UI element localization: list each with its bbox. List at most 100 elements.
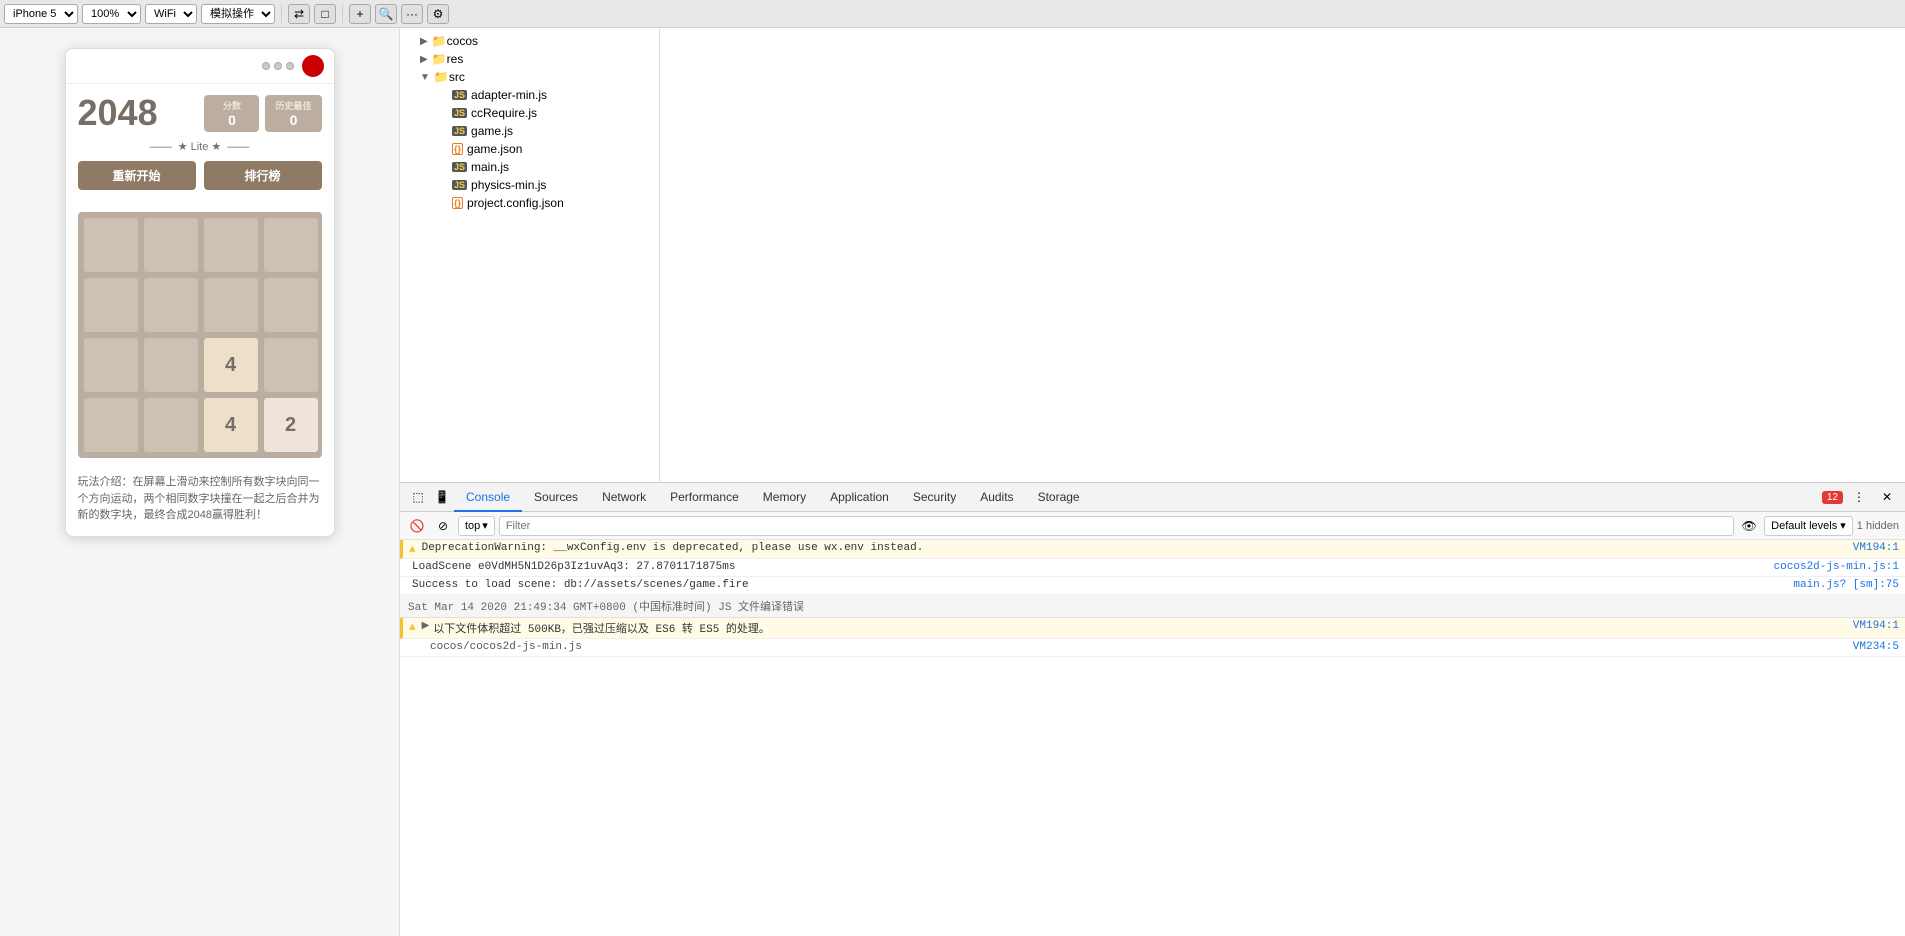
rotate-icon[interactable]: ⇄ xyxy=(288,4,310,24)
file-ccRequire-label: ccRequire.js xyxy=(471,106,537,120)
tab-application[interactable]: Application xyxy=(818,482,901,512)
score-value: 0 xyxy=(214,112,249,128)
msg-cocos-path-link[interactable]: VM234:5 xyxy=(1853,641,1899,653)
cell-3-3: 2 xyxy=(264,398,318,452)
folder-src[interactable]: ▼ 📁 src xyxy=(400,68,659,86)
tab-network[interactable]: Network xyxy=(590,482,658,512)
tab-storage[interactable]: Storage xyxy=(1026,482,1092,512)
cell-1-2 xyxy=(204,278,258,332)
search-icon[interactable]: 🔍 xyxy=(375,4,397,24)
tab-security[interactable]: Security xyxy=(901,482,968,512)
file-adapter[interactable]: JS adapter-min.js xyxy=(400,86,659,104)
restart-button[interactable]: 重新开始 xyxy=(78,161,196,190)
best-value: 0 xyxy=(275,112,311,128)
more-icon[interactable]: ··· xyxy=(401,4,423,24)
folder-cocos[interactable]: ▶ 📁 cocos xyxy=(400,32,659,50)
folder-res-label: res xyxy=(447,52,464,66)
msg-filesize-link[interactable]: VM194:1 xyxy=(1853,620,1899,632)
cell-3-1 xyxy=(144,398,198,452)
settings-icon[interactable]: ⚙ xyxy=(427,4,449,24)
console-msg-cocos-path: cocos/cocos2d-js-min.js VM234:5 xyxy=(400,639,1905,657)
add-button[interactable]: + xyxy=(349,4,371,24)
game-description: 玩法介绍：在屏幕上滑动来控制所有数字块向同一个方向运动，两个相同数字块撞在一起之… xyxy=(66,466,334,536)
score-boxes: 分数 0 历史最佳 0 xyxy=(204,95,321,132)
cell-2-0 xyxy=(84,338,138,392)
score-box: 分数 0 xyxy=(204,95,259,132)
folder-cocos-label: cocos xyxy=(447,34,478,48)
best-box: 历史最佳 0 xyxy=(265,95,321,132)
console-filter-icon[interactable]: ⊘ xyxy=(432,515,454,537)
phone-panel: 2048 分数 0 历史最佳 0 ——★ Lite ★—— xyxy=(0,28,400,936)
console-eye-icon[interactable]: 👁 xyxy=(1738,515,1760,537)
json-icon-game: {} xyxy=(452,143,463,155)
cell-1-0 xyxy=(84,278,138,332)
hidden-badge: 1 hidden xyxy=(1857,520,1899,532)
best-label: 历史最佳 xyxy=(275,99,311,112)
file-main[interactable]: JS main.js xyxy=(400,158,659,176)
msg-success-link[interactable]: main.js? [sm]:75 xyxy=(1793,579,1899,591)
zoom-select[interactable]: 100% xyxy=(82,4,141,24)
file-adapter-label: adapter-min.js xyxy=(471,88,547,102)
expand-button[interactable]: ▶ xyxy=(422,620,430,631)
network-select[interactable]: WiFi xyxy=(145,4,197,24)
file-ccRequire[interactable]: JS ccRequire.js xyxy=(400,104,659,122)
chevron-src: ▼ xyxy=(420,72,430,83)
console-filter-input[interactable] xyxy=(499,516,1734,536)
devtools-more-icon[interactable]: ⋮ xyxy=(1847,485,1871,509)
score-label: 分数 xyxy=(214,99,249,112)
tab-console[interactable]: Console xyxy=(454,482,522,512)
file-project[interactable]: {} project.config.json xyxy=(400,194,659,212)
file-game-json[interactable]: {} game.json xyxy=(400,140,659,158)
tab-performance[interactable]: Performance xyxy=(658,482,751,512)
devtools-panel: ⬚ 📱 Console Sources Network Performance … xyxy=(400,482,1905,936)
warn-icon-1: ▲ xyxy=(409,544,416,556)
msg-deprecation-link[interactable]: VM194:1 xyxy=(1853,542,1899,554)
folder-res[interactable]: ▶ 📁 res xyxy=(400,50,659,68)
console-levels-label: Default levels ▾ xyxy=(1771,519,1846,532)
devtools-tabs: ⬚ 📱 Console Sources Network Performance … xyxy=(400,482,1905,512)
devtools-inspect-icon[interactable]: ⬚ xyxy=(406,485,430,509)
record-button[interactable] xyxy=(302,55,324,77)
cell-3-0 xyxy=(84,398,138,452)
tab-audits[interactable]: Audits xyxy=(968,482,1025,512)
chevron-res: ▶ xyxy=(420,54,428,65)
cell-0-1 xyxy=(144,218,198,272)
game-title: 2048 xyxy=(78,92,158,134)
console-context-select[interactable]: top ▾ xyxy=(458,516,495,536)
folder-icon-src: 📁 xyxy=(434,70,449,84)
phone-dots xyxy=(262,62,294,70)
msg-loadscene-link[interactable]: cocos2d-js-min.js:1 xyxy=(1774,561,1899,573)
phone-top-bar xyxy=(66,49,334,84)
tab-memory[interactable]: Memory xyxy=(751,482,818,512)
phone-frame: 2048 分数 0 历史最佳 0 ——★ Lite ★—— xyxy=(65,48,335,537)
right-area: ▶ 📁 cocos ▶ 📁 res ▼ 📁 src xyxy=(400,28,1905,936)
console-context-label: top xyxy=(465,520,480,532)
chevron-down-icon: ▾ xyxy=(482,519,488,532)
console-clear-icon[interactable]: 🚫 xyxy=(406,515,428,537)
fullscreen-icon[interactable]: □ xyxy=(314,4,336,24)
console-msg-success: Success to load scene: db://assets/scene… xyxy=(400,577,1905,595)
cell-3-2: 4 xyxy=(204,398,258,452)
cell-0-3 xyxy=(264,218,318,272)
top-toolbar: iPhone 5 100% WiFi 模拟操作 ⇄ □ + 🔍 ··· ⚙ xyxy=(0,0,1905,28)
cell-0-0 xyxy=(84,218,138,272)
dot-2 xyxy=(274,62,282,70)
devtools-device-icon[interactable]: 📱 xyxy=(430,485,454,509)
error-badge: 12 xyxy=(1822,491,1843,504)
console-messages: ▲ DeprecationWarning: __wxConfig.env is … xyxy=(400,540,1905,936)
cell-1-3 xyxy=(264,278,318,332)
js-icon-ccRequire: JS xyxy=(452,108,467,118)
rank-button[interactable]: 排行榜 xyxy=(204,161,322,190)
console-msg-loadscene: LoadScene e0VdMH5N1D26p3Iz1uvAq3: 27.870… xyxy=(400,559,1905,577)
file-game-js[interactable]: JS game.js xyxy=(400,122,659,140)
device-select[interactable]: iPhone 5 xyxy=(4,4,78,24)
tab-sources[interactable]: Sources xyxy=(522,482,590,512)
console-levels-select[interactable]: Default levels ▾ xyxy=(1764,516,1853,536)
file-physics[interactable]: JS physics-min.js xyxy=(400,176,659,194)
main-area: 2048 分数 0 历史最佳 0 ——★ Lite ★—— xyxy=(0,28,1905,936)
mode-select[interactable]: 模拟操作 xyxy=(201,4,275,24)
js-icon-main: JS xyxy=(452,162,467,172)
lite-label: ★ Lite ★ xyxy=(178,140,222,153)
folder-icon-cocos: 📁 xyxy=(432,34,447,48)
devtools-close-icon[interactable]: ✕ xyxy=(1875,485,1899,509)
